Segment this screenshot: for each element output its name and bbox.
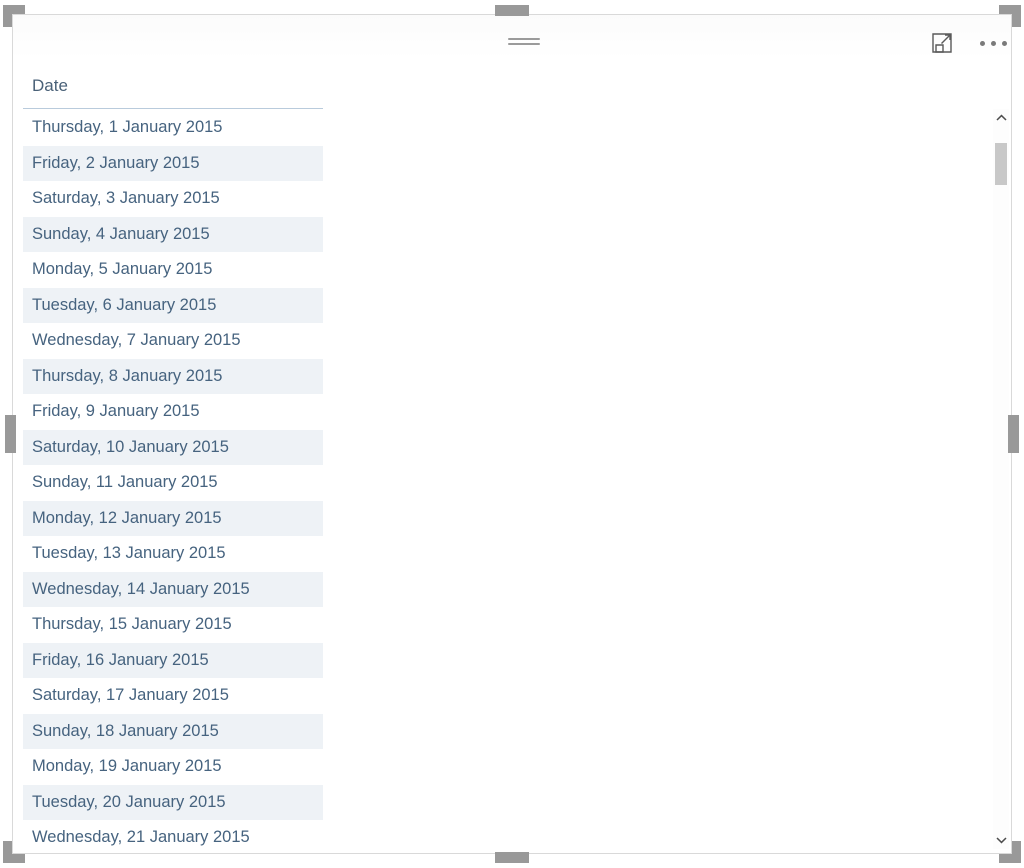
resize-handle-bottom-right[interactable] [999, 841, 1021, 863]
chevron-up-icon [995, 114, 1007, 121]
column-header[interactable]: Date [23, 71, 323, 109]
handle-bar [1012, 5, 1021, 27]
list-item[interactable]: Tuesday, 20 January 2015 [23, 784, 323, 820]
list-item[interactable]: Wednesday, 21 January 2015 [23, 820, 323, 853]
list-item[interactable]: Thursday, 15 January 2015 [23, 607, 323, 643]
drag-grip[interactable] [508, 37, 540, 47]
list-item[interactable]: Monday, 5 January 2015 [23, 252, 323, 288]
list-item[interactable]: Friday, 9 January 2015 [23, 394, 323, 430]
slicer-visual[interactable]: Date Thursday, 1 January 2015 Friday, 2 J… [12, 14, 1012, 854]
list-item[interactable]: Tuesday, 13 January 2015 [23, 536, 323, 572]
column-header-label: Date [32, 76, 68, 95]
list-item[interactable]: Thursday, 1 January 2015 [23, 110, 323, 146]
drag-grip-bar [508, 38, 540, 40]
list-item[interactable]: Friday, 16 January 2015 [23, 642, 323, 678]
list-item[interactable]: Wednesday, 14 January 2015 [23, 571, 323, 607]
list-item[interactable]: Saturday, 17 January 2015 [23, 678, 323, 714]
list-item[interactable]: Tuesday, 6 January 2015 [23, 287, 323, 323]
date-list[interactable]: Thursday, 1 January 2015 Friday, 2 Januar… [23, 110, 323, 853]
ellipsis-dot-icon [990, 40, 996, 46]
resize-handle-top[interactable] [495, 5, 529, 16]
list-item[interactable]: Monday, 19 January 2015 [23, 749, 323, 785]
list-item[interactable]: Wednesday, 7 January 2015 [23, 323, 323, 359]
focus-mode-icon [932, 33, 952, 53]
scroll-thumb[interactable] [995, 143, 1007, 185]
list-item[interactable]: Saturday, 10 January 2015 [23, 429, 323, 465]
resize-handle-top-right[interactable] [999, 5, 1021, 27]
list-item[interactable]: Sunday, 4 January 2015 [23, 216, 323, 252]
resize-handle-top-left[interactable] [3, 5, 25, 27]
vertical-scrollbar[interactable] [993, 109, 1009, 849]
slicer-body: Date Thursday, 1 January 2015 Friday, 2 J… [13, 59, 1011, 853]
list-item[interactable]: Thursday, 8 January 2015 [23, 358, 323, 394]
handle-bar [3, 5, 12, 27]
list-item[interactable]: Sunday, 11 January 2015 [23, 465, 323, 501]
handle-bar [3, 841, 12, 863]
scroll-up-button[interactable] [993, 109, 1009, 127]
list-item[interactable]: Sunday, 18 January 2015 [23, 713, 323, 749]
ellipsis-dot-icon [1001, 40, 1007, 46]
resize-handle-bottom[interactable] [495, 852, 529, 863]
list-item[interactable]: Monday, 12 January 2015 [23, 500, 323, 536]
focus-mode-button[interactable] [926, 27, 958, 59]
resize-handle-bottom-left[interactable] [3, 841, 25, 863]
ellipsis-dot-icon [979, 40, 985, 46]
more-options-button[interactable] [968, 27, 1011, 59]
handle-bar [1012, 841, 1021, 863]
resize-handle-right[interactable] [1008, 415, 1019, 453]
drag-grip-bar [508, 43, 540, 45]
resize-handle-left[interactable] [5, 415, 16, 453]
list-item[interactable]: Friday, 2 January 2015 [23, 145, 323, 181]
list-item[interactable]: Saturday, 3 January 2015 [23, 181, 323, 217]
